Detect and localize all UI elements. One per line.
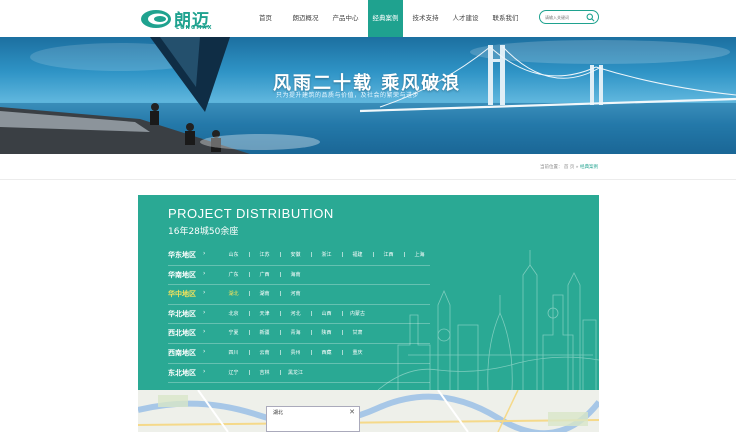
breadcrumb-current[interactable]: 经典案例 — [580, 165, 598, 170]
province-item[interactable]: 辽宁 — [218, 369, 249, 376]
province-item[interactable]: 湖南 — [249, 290, 280, 297]
breadcrumb-separator: » — [575, 165, 579, 170]
province-item[interactable]: 四川 — [218, 349, 249, 356]
chevron-right-icon: › — [203, 250, 206, 257]
nav-talent[interactable]: 人才建设 — [448, 0, 483, 37]
province-item[interactable]: 贵州 — [280, 349, 311, 356]
region-label[interactable]: 华东地区 — [168, 250, 196, 260]
province-list: 辽宁 吉林 黑龙江 — [218, 369, 311, 376]
province-item[interactable]: 山西 — [311, 310, 342, 317]
region-label[interactable]: 华北地区 — [168, 309, 196, 319]
province-list: 北京 天津 河北 山西 内蒙古 — [218, 310, 373, 317]
nav-about[interactable]: 朗迈概况 — [288, 0, 323, 37]
province-item[interactable]: 浙江 — [311, 251, 342, 258]
chevron-right-icon: › — [203, 328, 206, 336]
region-row-southwest[interactable]: 西南地区 › 四川 云南 贵州 西藏 重庆 — [168, 344, 430, 364]
region-row-central[interactable]: 华中地区 › 湖北 湖南 河南 — [168, 285, 430, 305]
province-item[interactable]: 安徽 — [280, 251, 311, 258]
chevron-right-icon: › — [203, 308, 206, 316]
province-item[interactable]: 吉林 — [249, 369, 280, 376]
region-row-northwest[interactable]: 西北地区 › 宁夏 新疆 青海 陕西 甘肃 — [168, 324, 430, 344]
nav-contact[interactable]: 联系我们 — [488, 0, 523, 37]
logo-swirl-icon — [141, 10, 171, 28]
nav-products[interactable]: 产品中心 — [328, 0, 363, 37]
region-row-northeast[interactable]: 东北地区 › 辽宁 吉林 黑龙江 — [168, 364, 430, 384]
province-item[interactable]: 广东 — [218, 271, 249, 278]
province-item[interactable]: 宁夏 — [218, 329, 249, 336]
province-item[interactable]: 江苏 — [249, 251, 280, 258]
province-item[interactable]: 河南 — [280, 290, 311, 297]
nav-support[interactable]: 技术支持 — [408, 0, 443, 37]
map-tiles — [138, 390, 599, 432]
province-list: 四川 云南 贵州 西藏 重庆 — [218, 349, 373, 356]
search-input[interactable] — [545, 13, 585, 22]
nav-cases[interactable]: 经典案例 — [368, 0, 403, 37]
region-label[interactable]: 东北地区 — [168, 368, 196, 378]
province-item[interactable]: 西藏 — [311, 349, 342, 356]
region-row-east[interactable]: 华东地区 › 山东 江苏 安徽 浙江 福建 江西 上海 — [168, 246, 430, 266]
province-item[interactable]: 江西 — [373, 251, 404, 258]
search-icon[interactable] — [586, 13, 595, 22]
province-item[interactable]: 天津 — [249, 310, 280, 317]
province-item[interactable]: 山东 — [218, 251, 249, 258]
province-item[interactable]: 北京 — [218, 310, 249, 317]
province-item[interactable]: 甘肃 — [342, 329, 373, 336]
breadcrumb-bar: 当前位置： 首 页 » 经典案例 — [0, 154, 736, 180]
nav-home[interactable]: 首页 — [248, 0, 283, 37]
site-header: 朗迈 LONGMAX 首页 朗迈概况 产品中心 经典案例 技术支持 人才建设 联… — [0, 0, 736, 37]
chevron-right-icon: › — [203, 367, 206, 375]
region-row-north[interactable]: 华北地区 › 北京 天津 河北 山西 内蒙古 — [168, 305, 430, 325]
region-row-south[interactable]: 华南地区 › 广东 广西 海南 — [168, 266, 430, 286]
logo-subtext: LONGMAX — [176, 25, 213, 31]
province-list: 广东 广西 海南 — [218, 271, 311, 278]
search-box — [539, 10, 599, 24]
project-map[interactable]: 湖北 ✕ — [138, 390, 599, 432]
banner-subtitle: 只为提升建筑的品质与价值，及社会的繁荣与进步 — [276, 92, 420, 99]
logo[interactable]: 朗迈 LONGMAX — [140, 6, 220, 32]
province-item[interactable]: 河北 — [280, 310, 311, 317]
province-item[interactable]: 黑龙江 — [280, 369, 311, 376]
province-list: 湖北 湖南 河南 — [218, 290, 311, 297]
province-item[interactable]: 海南 — [280, 271, 311, 278]
breadcrumb-home[interactable]: 首 页 — [564, 165, 574, 170]
breadcrumb-prefix: 当前位置： — [539, 165, 563, 170]
close-icon[interactable]: ✕ — [349, 408, 355, 416]
province-list: 宁夏 新疆 青海 陕西 甘肃 — [218, 329, 373, 336]
chevron-right-icon: › — [203, 347, 206, 355]
province-item[interactable]: 陕西 — [311, 329, 342, 336]
chevron-right-icon: › — [203, 289, 206, 297]
map-info-popup: 湖北 ✕ — [266, 406, 360, 432]
province-item-selected[interactable]: 湖北 — [218, 290, 249, 297]
province-item[interactable]: 内蒙古 — [342, 310, 373, 317]
region-list: 华东地区 › 山东 江苏 安徽 浙江 福建 江西 上海 华南地区 › 广东 广西… — [168, 246, 430, 384]
province-item[interactable]: 重庆 — [342, 349, 373, 356]
province-list: 山东 江苏 安徽 浙江 福建 江西 上海 — [218, 251, 435, 258]
province-item[interactable]: 福建 — [342, 251, 373, 258]
region-label[interactable]: 西北地区 — [168, 328, 196, 338]
popup-title: 湖北 — [273, 410, 284, 416]
chevron-right-icon: › — [203, 269, 206, 277]
main-nav: 首页 朗迈概况 产品中心 经典案例 技术支持 人才建设 联系我们 — [248, 0, 528, 37]
hero-banner: 风雨二十载 乘风破浪 只为提升建筑的品质与价值，及社会的繁荣与进步 — [0, 37, 736, 154]
distribution-subtitle: 16年28城50余座 — [168, 227, 239, 237]
project-distribution-panel: PROJECT DISTRIBUTION 16年28城50余座 华东地区 › 山… — [138, 195, 599, 390]
province-item[interactable]: 云南 — [249, 349, 280, 356]
province-item[interactable]: 广西 — [249, 271, 280, 278]
province-item[interactable]: 青海 — [280, 329, 311, 336]
region-label[interactable]: 华南地区 — [168, 270, 196, 280]
province-item[interactable]: 新疆 — [249, 329, 280, 336]
breadcrumb: 当前位置： 首 页 » 经典案例 — [540, 164, 598, 170]
province-item[interactable]: 上海 — [404, 251, 435, 258]
distribution-title: PROJECT DISTRIBUTION — [168, 206, 334, 221]
region-label-active[interactable]: 华中地区 — [168, 289, 196, 299]
region-label[interactable]: 西南地区 — [168, 348, 196, 358]
